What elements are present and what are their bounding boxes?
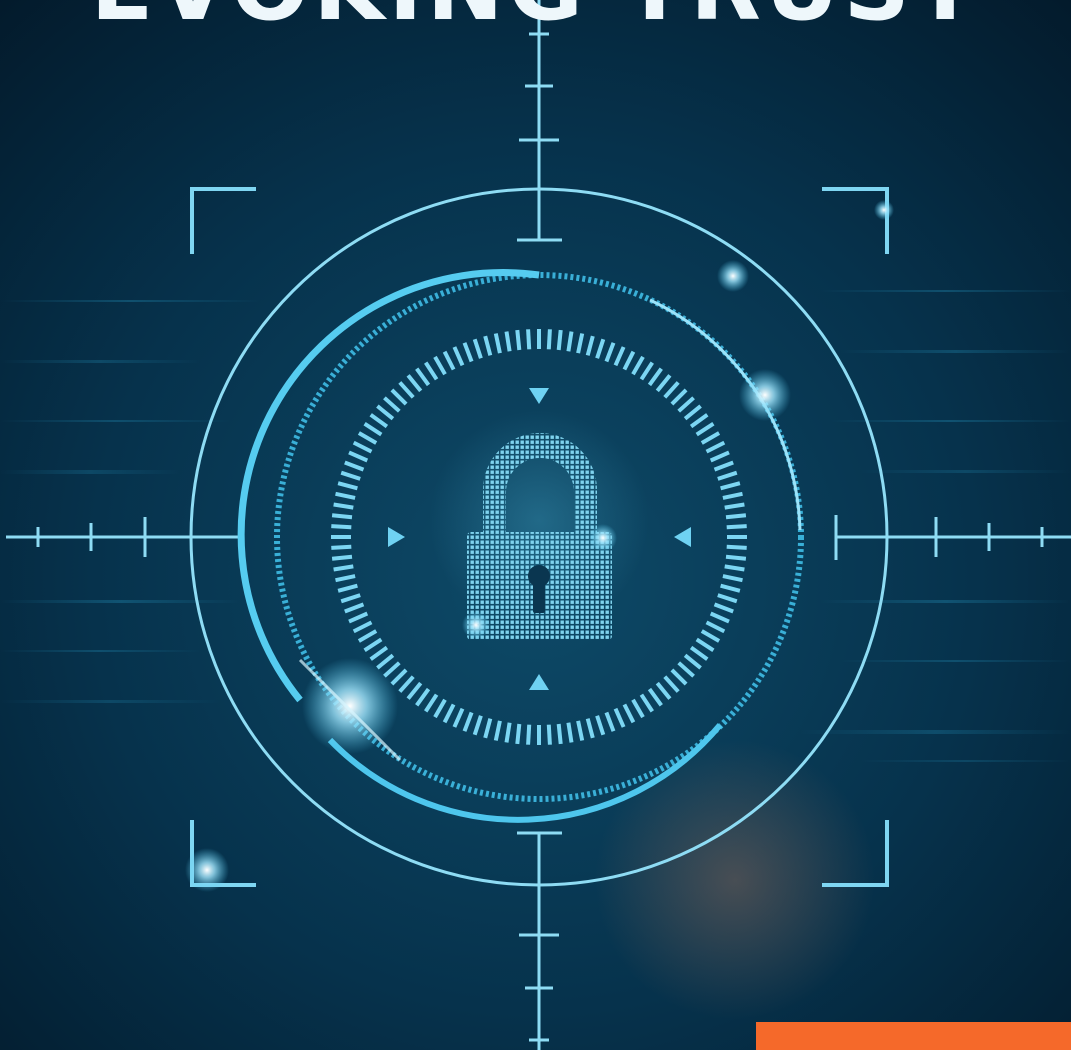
dial-tick — [556, 329, 563, 351]
light-streak — [840, 350, 1071, 353]
dial-tick — [515, 723, 522, 745]
light-streak — [820, 290, 1071, 292]
dial-tick — [725, 554, 747, 561]
dial-tick — [526, 329, 532, 350]
light-streak — [0, 420, 230, 422]
dial-tick — [526, 724, 532, 745]
dial-tick — [331, 524, 352, 530]
light-streak — [0, 700, 220, 703]
orange-corner-tab — [756, 1022, 1071, 1050]
light-streak — [0, 650, 200, 652]
security-target-illustration — [0, 0, 1071, 1050]
dial-tick — [725, 513, 747, 520]
light-streak — [0, 600, 240, 603]
light-streak — [860, 760, 1071, 762]
light-streak — [0, 300, 260, 302]
dial-tick — [331, 544, 352, 550]
light-streak — [820, 600, 1071, 603]
light-streak — [0, 360, 200, 363]
dial-tick — [331, 513, 353, 520]
light-streak — [0, 470, 180, 474]
light-streak — [860, 470, 1071, 473]
warm-glow — [595, 740, 875, 1020]
dial-tick — [331, 554, 353, 561]
dial-tick — [546, 329, 552, 350]
dial-tick — [546, 724, 552, 745]
light-streak — [800, 730, 1071, 734]
dial-tick — [726, 544, 747, 550]
dial-tick — [556, 723, 563, 745]
dial-tick — [726, 524, 747, 530]
headline: EVOKING TRUST — [0, 0, 1071, 34]
light-streak — [840, 660, 1071, 662]
dial-tick — [515, 329, 522, 351]
